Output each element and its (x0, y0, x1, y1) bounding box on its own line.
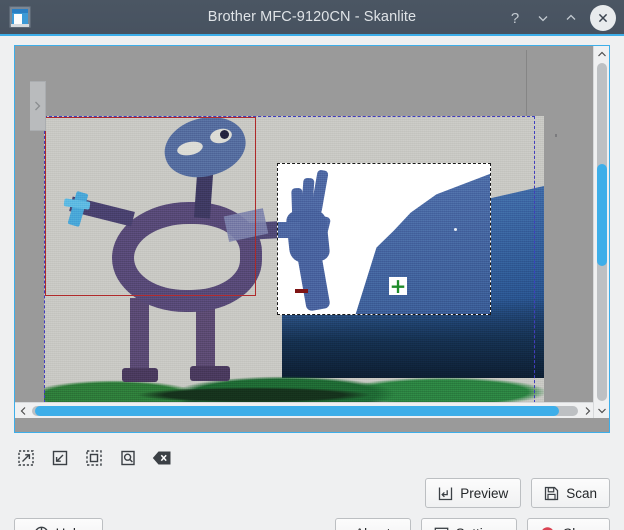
preview-tools-row (14, 446, 174, 470)
magnifier-popup[interactable] (277, 163, 491, 315)
chevron-down-icon (597, 408, 606, 413)
artwork-leg-left (130, 298, 149, 376)
chevron-up-icon (566, 14, 576, 20)
content-area: + Preview Scan (0, 36, 624, 530)
chevron-right-icon (585, 406, 590, 415)
preview-button[interactable]: Preview (425, 478, 522, 508)
preview-vertical-scrollbar[interactable] (593, 46, 609, 418)
preview-horizontal-scrollbar[interactable] (15, 402, 595, 418)
scan-button-label: Scan (566, 485, 597, 501)
select-all-icon (86, 450, 102, 466)
artwork-pupil (220, 130, 229, 139)
preview-button-label: Preview (460, 485, 509, 501)
artwork-foot-right (190, 366, 230, 381)
clear-tag-icon (152, 451, 171, 465)
chevron-down-icon (538, 16, 548, 22)
titlebar-help-button[interactable]: ? (502, 5, 528, 31)
settings-button-label: Settings (456, 526, 505, 530)
titlebar-close-button[interactable] (590, 5, 616, 31)
scroll-up-button[interactable] (594, 46, 610, 62)
scan-actions-row: Preview Scan (425, 478, 610, 508)
dialog-actions-row: About Settings Close (334, 518, 610, 530)
skanlite-window: Brother MFC-9120CN - Skanlite ? + Previe… (0, 0, 624, 530)
titlebar-buttons: ? (502, 0, 616, 36)
zoom-out-selection-tool-button[interactable] (14, 446, 38, 470)
zoom-in-selection-tool-button[interactable] (48, 446, 72, 470)
close-button-label: Close (562, 526, 597, 530)
scan-canvas[interactable]: + (15, 46, 595, 418)
zoom-expand-icon (18, 450, 34, 466)
side-panel-expand-handle[interactable] (30, 81, 46, 131)
horizontal-scroll-thumb[interactable] (34, 405, 559, 416)
list-panel-icon (434, 527, 449, 530)
chevron-right-icon (35, 101, 41, 111)
marker-minus-icon (295, 289, 308, 293)
scroll-down-button[interactable] (594, 402, 610, 418)
about-button[interactable]: About (334, 518, 411, 530)
chevron-left-icon (20, 406, 25, 415)
scan-dust-speck (555, 134, 557, 137)
titlebar-maximize-button[interactable] (558, 5, 584, 31)
question-mark-icon: ? (510, 9, 520, 27)
scroll-left-button[interactable] (15, 403, 31, 419)
titlebar-minimize-button[interactable] (530, 5, 556, 31)
magnifier-box-icon (121, 450, 135, 466)
settings-button[interactable]: Settings (420, 518, 518, 530)
import-icon (439, 487, 453, 500)
magnifier-speck (454, 228, 457, 231)
zoom-shrink-icon (52, 450, 68, 466)
lifebuoy-icon (34, 526, 48, 530)
about-button-label: About (355, 526, 390, 530)
horizontal-scroll-track[interactable] (32, 405, 578, 416)
titlebar: Brother MFC-9120CN - Skanlite ? (0, 0, 624, 36)
close-button[interactable]: Close (527, 518, 610, 530)
help-button[interactable]: Help (14, 518, 103, 530)
preview-frame[interactable]: + (14, 45, 610, 433)
vertical-scroll-thumb[interactable] (596, 164, 607, 266)
app-scanner-icon (9, 6, 31, 28)
magnifier-hand-detail (278, 169, 348, 312)
zoom-preview-tool-button[interactable] (116, 446, 140, 470)
help-button-label: Help (56, 526, 84, 530)
floppy-save-icon (545, 486, 559, 500)
artwork-foot-left (122, 368, 158, 382)
vertical-scroll-track[interactable] (596, 63, 607, 401)
chevron-up-icon (597, 51, 606, 56)
marker-plus-icon: + (389, 274, 407, 298)
clear-selection-tool-button[interactable] (150, 446, 174, 470)
close-x-icon (598, 13, 608, 23)
scan-button[interactable]: Scan (531, 478, 610, 508)
select-all-tool-button[interactable] (82, 446, 106, 470)
close-circle-icon (542, 526, 554, 530)
